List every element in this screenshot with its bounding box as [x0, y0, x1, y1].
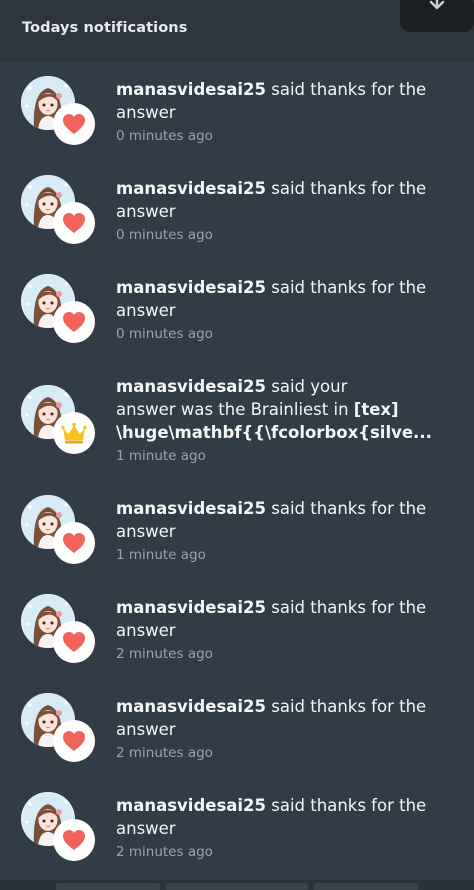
- notification-timestamp: 2 minutes ago: [116, 646, 213, 662]
- notification-text: answer: [116, 103, 176, 122]
- notification-timestamp: 1 minute ago: [116, 448, 206, 464]
- heart-icon: [63, 213, 85, 233]
- notification-badge: [53, 103, 95, 145]
- notifications-header: Todays notifications: [0, 0, 474, 62]
- notification-message[interactable]: manasvidesai25 said thanks for the answer: [116, 177, 446, 223]
- bottom-tab[interactable]: [56, 883, 160, 890]
- notification-badge: [53, 301, 95, 343]
- heart-icon: [63, 114, 85, 134]
- notification-timestamp: 1 minute ago: [116, 547, 206, 563]
- notification-message[interactable]: manasvidesai25 said thanks for the answer: [116, 497, 446, 543]
- notification-badge: [53, 720, 95, 762]
- notification-item[interactable]: manasvidesai25 said thanks for the answer…: [0, 481, 474, 580]
- bottom-tab-bar: [0, 880, 474, 890]
- page-title: Todays notifications: [22, 20, 188, 36]
- download-icon: [429, 0, 445, 10]
- notification-item[interactable]: manasvidesai25 said thanks for the answer…: [0, 778, 474, 877]
- notification-text: answer: [116, 522, 176, 541]
- notifications-screen: Todays notifications manasvidesai25 said…: [0, 0, 474, 890]
- notification-username[interactable]: manasvidesai25: [116, 80, 266, 99]
- notification-text: said thanks for the: [271, 179, 427, 198]
- notification-text: answer: [116, 202, 176, 221]
- notification-username[interactable]: manasvidesai25: [116, 179, 266, 198]
- notification-badge: [53, 412, 95, 454]
- notification-timestamp: 0 minutes ago: [116, 128, 213, 144]
- crown-icon: [61, 422, 87, 444]
- notification-badge: [53, 522, 95, 564]
- notification-item[interactable]: manasvidesai25 said thanks for the answer…: [0, 679, 474, 778]
- notification-item[interactable]: manasvidesai25 said thanks for the answer…: [0, 580, 474, 679]
- notification-text: answer: [116, 819, 176, 838]
- notification-text: said your: [271, 377, 348, 396]
- notification-timestamp: 0 minutes ago: [116, 227, 213, 243]
- notification-timestamp: 2 minutes ago: [116, 844, 213, 860]
- notification-username[interactable]: manasvidesai25: [116, 278, 266, 297]
- bottom-tab[interactable]: [314, 883, 418, 890]
- notification-item[interactable]: manasvidesai25 said thanks for the answer…: [0, 62, 474, 161]
- notification-tex-snippet: \huge\mathbf{{\fcolorbox{silve...: [116, 423, 432, 442]
- heart-icon: [63, 533, 85, 553]
- notification-username[interactable]: manasvidesai25: [116, 499, 266, 518]
- notification-message[interactable]: manasvidesai25 said thanks for the answer: [116, 276, 446, 322]
- notification-username[interactable]: manasvidesai25: [116, 796, 266, 815]
- notification-message[interactable]: manasvidesai25 said thanks for the answer: [116, 78, 446, 124]
- notification-text: answer: [116, 301, 176, 320]
- notification-badge: [53, 621, 95, 663]
- notification-message[interactable]: manasvidesai25 said thanks for the answer: [116, 794, 446, 840]
- heart-icon: [63, 632, 85, 652]
- notification-badge: [53, 202, 95, 244]
- notification-text: said thanks for the: [271, 796, 427, 815]
- notification-text: answer was the Brainliest in: [116, 400, 349, 419]
- notification-timestamp: 2 minutes ago: [116, 745, 213, 761]
- notification-badge: [53, 819, 95, 861]
- heart-icon: [63, 731, 85, 751]
- notification-username[interactable]: manasvidesai25: [116, 598, 266, 617]
- notification-text: said thanks for the: [271, 80, 427, 99]
- notification-username[interactable]: manasvidesai25: [116, 697, 266, 716]
- heart-icon: [63, 312, 85, 332]
- notification-message[interactable]: manasvidesai25 said thanks for the answer: [116, 596, 446, 642]
- notification-message[interactable]: manasvidesai25 said your answer was the B…: [116, 375, 446, 444]
- bottom-tab[interactable]: [166, 883, 308, 890]
- notification-text: said thanks for the: [271, 278, 427, 297]
- notification-text: said thanks for the: [271, 598, 427, 617]
- notification-text: answer: [116, 720, 176, 739]
- notification-text: said thanks for the: [271, 697, 427, 716]
- notification-text: said thanks for the: [271, 499, 427, 518]
- download-button[interactable]: [400, 0, 474, 32]
- notification-tex-snippet: [tex]: [353, 400, 399, 419]
- notification-message[interactable]: manasvidesai25 said thanks for the answer: [116, 695, 446, 741]
- notification-item[interactable]: manasvidesai25 said thanks for the answer…: [0, 260, 474, 359]
- notification-item[interactable]: manasvidesai25 said thanks for the answer…: [0, 161, 474, 260]
- notification-text: answer: [116, 621, 176, 640]
- heart-icon: [63, 830, 85, 850]
- notification-username[interactable]: manasvidesai25: [116, 377, 266, 396]
- notification-timestamp: 0 minutes ago: [116, 326, 213, 342]
- notification-item[interactable]: manasvidesai25 said your answer was the B…: [0, 359, 474, 481]
